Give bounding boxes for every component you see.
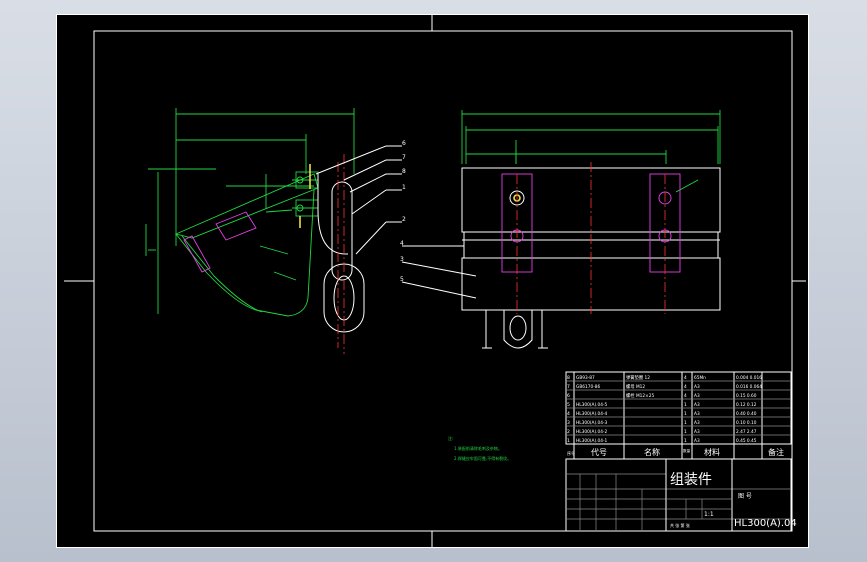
bom-row-note: 0.004 0.016 [736, 375, 762, 381]
bom-row-qty: 1 [684, 429, 687, 435]
bom-row-note: 2.47 2.47 [736, 429, 757, 435]
notes-line-1: 1.装配前清除毛刺及杂物。 [454, 445, 502, 451]
bom-row-qty: 1 [684, 402, 687, 408]
bom-row-note: 0.12 0.12 [736, 402, 757, 408]
bom-row-no: 8 [567, 375, 570, 381]
bom-row-qty: 1 [684, 411, 687, 417]
bom-row-material: 65Mn [694, 375, 706, 381]
cad-viewport[interactable]: 6 7 8 1 2 4 3 5 注: 1.装配前清除毛刺及杂物。 2.焊缝应牢固… [0, 0, 867, 562]
sheet-info: 共 张 第 张 [670, 522, 690, 528]
front-view [461, 110, 721, 349]
bom-row-code: HL300(A).04-5 [576, 402, 608, 408]
cad-drawing: 6 7 8 1 2 4 3 5 注: 1.装配前清除毛刺及杂物。 2.焊缝应牢固… [56, 14, 809, 548]
bom-row-code: GB6170-86 [576, 384, 600, 390]
header-qty: 数量 [683, 448, 691, 453]
notes-title: 注: [448, 435, 453, 441]
balloon-3: 3 [400, 256, 404, 263]
bom-row-material: A3 [694, 420, 700, 426]
drawing-scale: 1:1 [704, 511, 714, 518]
bom-row-no: 1 [567, 438, 570, 444]
header-name: 名称 [644, 447, 660, 457]
bom-row-qty: 4 [684, 375, 687, 381]
parts-list-rows: 8 GB93-87 弹簧垫圈 12 4 65Mn 0.004 0.016 7 GB6170-8… [567, 374, 762, 444]
bom-row-note: 0.40 0.40 [736, 411, 757, 417]
bom-row-material: A3 [694, 438, 700, 444]
bom-row-qty: 4 [684, 393, 687, 399]
bom-row-material: A3 [694, 411, 700, 417]
balloon-leaders [315, 145, 477, 299]
bom-row-material: A3 [694, 384, 700, 390]
bom-row-material: A3 [694, 429, 700, 435]
title-block: 组装件 图 号 1:1 共 张 第 张 HL300(A).04 [565, 458, 797, 532]
bom-row-name: 螺母 M12 [626, 383, 645, 390]
side-view [145, 108, 365, 354]
bom-row-no: 5 [567, 402, 570, 408]
bom-row-name: 弹簧垫圈 12 [626, 374, 650, 381]
drawing-no-label: 图 号 [738, 493, 752, 500]
bom-row-qty: 1 [684, 420, 687, 426]
sheet-outer-border [56, 14, 809, 548]
bom-row-code: HL300(A).04-4 [576, 411, 608, 417]
balloon-7: 7 [402, 154, 406, 161]
bom-row-no: 6 [567, 393, 570, 399]
bom-row-qty: 1 [684, 438, 687, 444]
balloon-4: 4 [400, 240, 404, 247]
balloon-1: 1 [402, 184, 406, 191]
bom-row-code: HL300(A).04-1 [576, 438, 608, 444]
bom-row-note: 0.10 0.10 [736, 420, 757, 426]
balloon-6: 6 [402, 140, 406, 147]
bom-row-no: 4 [567, 411, 570, 417]
header-code: 代号 [591, 447, 607, 457]
bom-row-code: GB93-87 [576, 375, 595, 381]
header-note: 备注 [768, 447, 784, 457]
bom-row-no: 7 [567, 384, 570, 390]
bom-row-note: 0.15 0.60 [736, 393, 757, 399]
header-material: 材料 [704, 447, 720, 457]
bom-row-material: A3 [694, 402, 700, 408]
bom-row-code: HL300(A).04-3 [576, 420, 608, 426]
balloon-5: 5 [400, 276, 404, 283]
balloon-8: 8 [402, 168, 406, 175]
bom-row-material: A3 [694, 393, 700, 399]
header-no: 序号 [567, 450, 575, 456]
bom-row-name: 螺栓 M12×25 [626, 392, 654, 399]
notes-line-2: 2.焊缝应牢固可靠,不得有裂纹。 [454, 455, 511, 461]
balloon-labels: 6 7 8 1 2 4 3 5 [400, 140, 406, 283]
balloon-2: 2 [402, 216, 406, 223]
bom-row-code: HL300(A).04-2 [576, 429, 608, 435]
bom-row-qty: 4 [684, 384, 687, 390]
drawing-number: HL300(A).04 [734, 518, 797, 529]
bom-row-no: 3 [567, 420, 570, 426]
parts-list-header: 序号 代号 名称 数量 材料 备注 [567, 447, 784, 457]
bom-row-no: 2 [567, 429, 570, 435]
bom-row-note: 0.016 0.064 [736, 384, 762, 390]
drawing-sheet: 6 7 8 1 2 4 3 5 注: 1.装配前清除毛刺及杂物。 2.焊缝应牢固… [56, 14, 809, 548]
bom-row-note: 0.45 0.45 [736, 438, 757, 444]
drawing-frame [93, 30, 793, 532]
technical-notes: 注: 1.装配前清除毛刺及杂物。 2.焊缝应牢固可靠,不得有裂纹。 [448, 435, 511, 461]
part-name: 组装件 [670, 472, 712, 488]
